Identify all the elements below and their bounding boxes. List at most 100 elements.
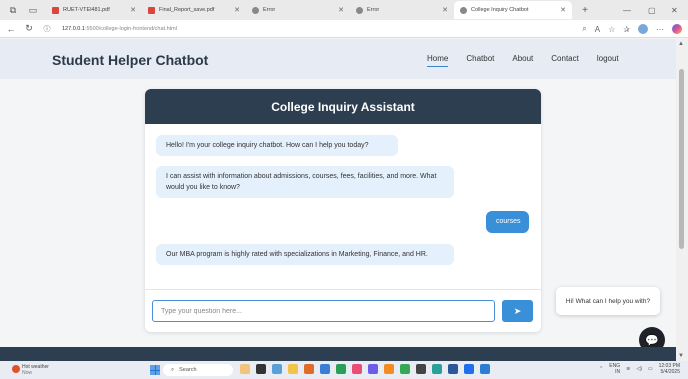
message-list[interactable]: Hello! I'm your college inquiry chatbot.… bbox=[145, 124, 541, 284]
language-indicator[interactable]: ENG IN bbox=[609, 363, 620, 375]
send-button[interactable]: ➤ bbox=[502, 300, 533, 322]
brand-title: Student Helper Chatbot bbox=[52, 52, 209, 68]
tray-chevron-icon[interactable]: ⌃ bbox=[599, 366, 603, 372]
url-field[interactable]: 127.0.0.1:5500/college-login-frontend/ch… bbox=[62, 26, 177, 32]
favorite-icon[interactable]: ☆ bbox=[608, 25, 615, 34]
pdf-icon bbox=[148, 6, 155, 14]
app-icon[interactable] bbox=[304, 364, 314, 374]
close-icon[interactable]: ✕ bbox=[234, 6, 240, 14]
more-icon[interactable]: ⋯ bbox=[656, 25, 664, 34]
lang-region: IN bbox=[615, 369, 621, 375]
app-icon[interactable] bbox=[464, 364, 474, 374]
volume-icon[interactable]: ◁) bbox=[636, 366, 642, 372]
widgets-app-icon[interactable] bbox=[240, 364, 250, 374]
app-icon[interactable] bbox=[400, 364, 410, 374]
minimize-icon[interactable]: — bbox=[623, 0, 631, 20]
site-header: Student Helper Chatbot Home Chatbot Abou… bbox=[0, 39, 676, 79]
start-icon[interactable] bbox=[150, 365, 160, 375]
close-icon[interactable]: ✕ bbox=[560, 6, 566, 14]
new-tab-icon[interactable]: + bbox=[578, 3, 592, 17]
pdf-icon bbox=[52, 6, 59, 14]
chat-widget-greeting[interactable]: Hi! What can I help you with? bbox=[556, 287, 660, 315]
close-icon[interactable]: ✕ bbox=[130, 6, 136, 14]
chat-container: College Inquiry Assistant Hello! I'm you… bbox=[145, 89, 541, 332]
tab-title: Error bbox=[367, 7, 380, 13]
chrome-app-icon[interactable] bbox=[336, 364, 346, 374]
page: Student Helper Chatbot Home Chatbot Abou… bbox=[0, 39, 676, 361]
chat-title: College Inquiry Assistant bbox=[145, 89, 541, 124]
url-path: :5500/college-login-frontend/chat.html bbox=[84, 25, 177, 32]
tab-1[interactable]: RUET-VTEl481.pdf ✕ bbox=[46, 1, 142, 19]
address-actions: ⌕ A ☆ ✰ ⋯ bbox=[582, 20, 682, 38]
read-aloud-icon[interactable]: A bbox=[595, 25, 600, 34]
globe-icon bbox=[252, 6, 259, 14]
site-footer bbox=[0, 347, 676, 361]
profile-icon[interactable] bbox=[638, 24, 648, 34]
workspaces-icon[interactable]: ⧉ bbox=[6, 3, 20, 17]
scroll-thumb[interactable] bbox=[679, 69, 684, 249]
clock[interactable]: 12:03 PM 5/4/2025 bbox=[659, 363, 680, 375]
vscode-app-icon[interactable] bbox=[480, 364, 490, 374]
nav-logout[interactable]: logout bbox=[597, 54, 619, 67]
question-input[interactable] bbox=[152, 300, 495, 322]
browser-tab-strip: ⧉ ▭ RUET-VTEl481.pdf ✕ Final_Report_save… bbox=[0, 0, 688, 20]
favorites-bar-icon[interactable]: ✰ bbox=[623, 25, 630, 34]
search-icon: ⌕ bbox=[171, 366, 175, 373]
wifi-icon[interactable]: ≋ bbox=[626, 366, 630, 372]
url-host: 127.0.0.1 bbox=[62, 25, 85, 32]
file-explorer-icon[interactable] bbox=[288, 364, 298, 374]
tab-title: Error bbox=[263, 7, 276, 13]
app-icon[interactable] bbox=[416, 364, 426, 374]
edge-app-icon[interactable] bbox=[272, 364, 282, 374]
taskbar-search[interactable]: ⌕ Search bbox=[163, 364, 233, 376]
window-close-icon[interactable]: ✕ bbox=[671, 0, 678, 20]
send-icon: ➤ bbox=[513, 305, 522, 316]
info-icon[interactable]: ⓘ bbox=[40, 24, 54, 34]
tab-actions-icon[interactable]: ▭ bbox=[26, 3, 40, 17]
app-icon[interactable] bbox=[432, 364, 442, 374]
divider bbox=[145, 289, 541, 290]
weather-sub: Now bbox=[22, 370, 33, 376]
battery-icon[interactable]: ▭ bbox=[648, 366, 653, 372]
scrollbar[interactable]: ▲ ▼ bbox=[676, 39, 688, 361]
maximize-icon[interactable]: ▢ bbox=[648, 0, 656, 20]
system-tray: ⌃ ENG IN ≋ ◁) ▭ 12:03 PM 5/4/2025 bbox=[599, 363, 680, 375]
nav-contact[interactable]: Contact bbox=[551, 54, 579, 67]
globe-icon bbox=[460, 6, 467, 14]
back-icon[interactable]: ← bbox=[4, 24, 18, 34]
close-icon[interactable]: ✕ bbox=[442, 6, 448, 14]
clock-date: 5/4/2025 bbox=[660, 369, 680, 375]
weather-icon[interactable] bbox=[12, 365, 20, 373]
tab-5-active[interactable]: College Inquiry Chatbot ✕ bbox=[454, 1, 572, 19]
zoom-icon[interactable]: ⌕ bbox=[582, 24, 586, 34]
site-nav: Home Chatbot About Contact logout bbox=[427, 54, 619, 67]
chat-bubble-icon: 💬 bbox=[645, 334, 659, 347]
nav-chatbot[interactable]: Chatbot bbox=[466, 54, 494, 67]
app-icon[interactable] bbox=[384, 364, 394, 374]
task-view-icon[interactable] bbox=[256, 364, 266, 374]
tab-3[interactable]: Error ✕ bbox=[246, 1, 350, 19]
nav-about[interactable]: About bbox=[512, 54, 533, 67]
copilot-icon[interactable] bbox=[672, 24, 682, 34]
tab-4[interactable]: Error ✕ bbox=[350, 1, 454, 19]
nav-home[interactable]: Home bbox=[427, 54, 449, 67]
reload-icon[interactable]: ↻ bbox=[22, 23, 36, 34]
bot-message: I can assist with information about admi… bbox=[156, 166, 454, 198]
app-icon[interactable] bbox=[368, 364, 378, 374]
user-message: courses bbox=[486, 211, 529, 233]
globe-icon bbox=[356, 6, 363, 14]
close-icon[interactable]: ✕ bbox=[338, 6, 344, 14]
address-bar: ← ↻ ⓘ 127.0.0.1:5500/college-login-front… bbox=[0, 20, 688, 38]
tab-2[interactable]: Final_Report_save.pdf ✕ bbox=[142, 1, 246, 19]
app-icon[interactable] bbox=[320, 364, 330, 374]
app-icon[interactable] bbox=[352, 364, 362, 374]
weather-widget[interactable]: Hot weather Now bbox=[22, 364, 49, 376]
taskbar: Hot weather Now ⌕ Search ⌃ ENG IN ≋ ◁) ▭… bbox=[0, 361, 688, 379]
tab-title: College Inquiry Chatbot bbox=[471, 7, 529, 13]
search-label: Search bbox=[179, 367, 197, 373]
bot-message: Our MBA program is highly rated with spe… bbox=[156, 244, 454, 265]
word-app-icon[interactable] bbox=[448, 364, 458, 374]
scroll-down-icon[interactable]: ▼ bbox=[678, 353, 684, 359]
scroll-up-icon[interactable]: ▲ bbox=[678, 41, 684, 47]
tab-title: RUET-VTEl481.pdf bbox=[63, 7, 110, 13]
